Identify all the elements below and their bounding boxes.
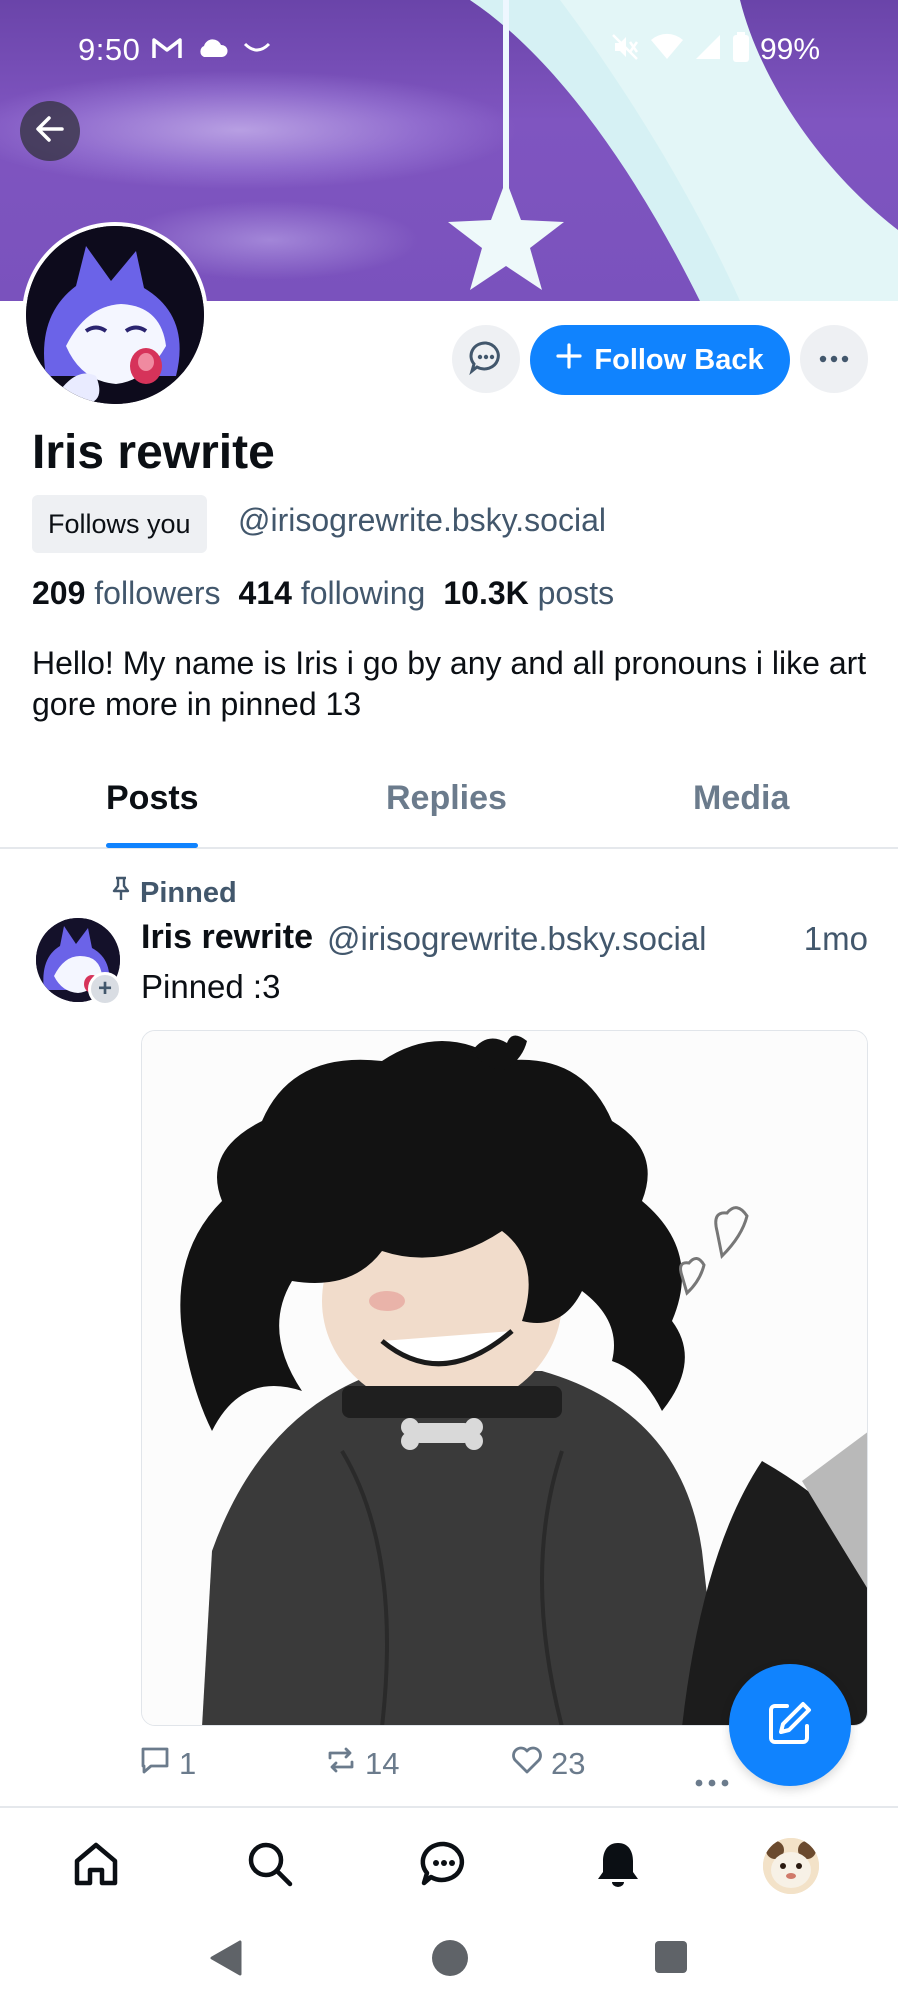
pin-icon <box>110 876 132 910</box>
battery-percent: 99% <box>759 32 820 66</box>
repost-icon <box>325 1745 357 1783</box>
post-timestamp[interactable]: 1mo <box>804 920 868 958</box>
gmail-icon <box>152 36 182 65</box>
tab-posts[interactable]: Posts <box>106 779 199 818</box>
compose-post-button[interactable] <box>729 1664 851 1786</box>
compose-icon <box>765 1698 815 1753</box>
tab-replies[interactable]: Replies <box>386 779 507 818</box>
notifications-icon <box>593 1839 643 1894</box>
smile-icon <box>242 38 272 63</box>
ellipsis-icon <box>819 350 849 368</box>
post-text: Pinned :3 <box>141 968 281 1005</box>
like-button[interactable]: 23 <box>511 1745 585 1783</box>
back-button[interactable] <box>20 101 80 161</box>
system-back-icon[interactable] <box>208 1938 244 1983</box>
battery-icon <box>732 32 750 67</box>
status-bar: 9:50 99% <box>0 28 898 74</box>
post-author-name[interactable]: Iris rewrite <box>141 918 313 957</box>
follow-back-button[interactable]: Follow Back <box>530 325 790 395</box>
posts-stat: 10.3K posts <box>443 575 615 611</box>
message-button[interactable] <box>452 325 520 393</box>
chat-bubble-icon <box>468 339 504 380</box>
heart-icon <box>511 1745 543 1783</box>
repost-count: 14 <box>365 1746 400 1781</box>
system-recents-icon[interactable] <box>654 1940 688 1979</box>
profile-bio: Hello! My name is Iris i go by any and a… <box>32 645 867 722</box>
repost-button[interactable]: 14 <box>325 1745 399 1783</box>
like-count: 23 <box>551 1746 586 1781</box>
post-more-button[interactable] <box>695 1759 729 1795</box>
pinned-indicator: Pinned <box>110 876 237 910</box>
post-artwork <box>142 1031 867 1725</box>
system-navigation <box>0 1916 898 2000</box>
avatar-illustration <box>26 226 204 404</box>
reply-icon <box>139 1745 171 1783</box>
search-icon <box>245 1839 295 1894</box>
follow-back-label: Follow Back <box>594 343 764 376</box>
nav-notifications[interactable] <box>590 1838 646 1894</box>
status-time: 9:50 <box>78 32 141 67</box>
nav-messages[interactable] <box>416 1838 472 1894</box>
followers-stat[interactable]: 209 followers <box>32 575 221 612</box>
signal-icon <box>694 33 722 66</box>
profile-handle: @irisogrewrite.bsky.social <box>238 502 606 538</box>
ellipsis-icon <box>695 1759 729 1795</box>
more-options-button[interactable] <box>800 325 868 393</box>
profile-tabs: Posts Replies Media <box>0 765 898 849</box>
messages-icon <box>419 1839 469 1894</box>
wifi-icon <box>650 33 684 66</box>
profile-avatar-small <box>763 1838 819 1894</box>
mute-vibrate-icon <box>610 32 640 67</box>
post-actions: 1 14 23 <box>139 1745 739 1791</box>
active-tab-indicator <box>106 843 198 848</box>
nav-profile-avatar[interactable] <box>763 1838 819 1894</box>
following-stat[interactable]: 414 following <box>239 575 426 612</box>
profile-avatar[interactable] <box>22 222 208 408</box>
profile-display-name: Iris rewrite <box>32 426 275 479</box>
cloud-icon <box>196 37 228 64</box>
nav-search[interactable] <box>242 1838 298 1894</box>
tab-media[interactable]: Media <box>693 779 789 818</box>
profile-stats: 209 followers 414 following 10.3K posts <box>32 575 614 612</box>
arrow-left-icon <box>32 111 68 152</box>
home-icon <box>71 1839 121 1894</box>
reply-button[interactable]: 1 <box>139 1745 196 1783</box>
pinned-label: Pinned <box>140 876 237 909</box>
bottom-navigation <box>0 1806 898 1916</box>
nav-home[interactable] <box>68 1838 124 1894</box>
post-author-handle[interactable]: @irisogrewrite.bsky.social <box>327 920 706 958</box>
system-home-icon[interactable] <box>430 1938 470 1983</box>
plus-icon <box>556 343 582 377</box>
post-image[interactable] <box>141 1030 868 1726</box>
follow-author-plus-button[interactable]: + <box>88 972 122 1006</box>
follows-you-badge: Follows you <box>32 495 207 553</box>
reply-count: 1 <box>179 1746 197 1781</box>
